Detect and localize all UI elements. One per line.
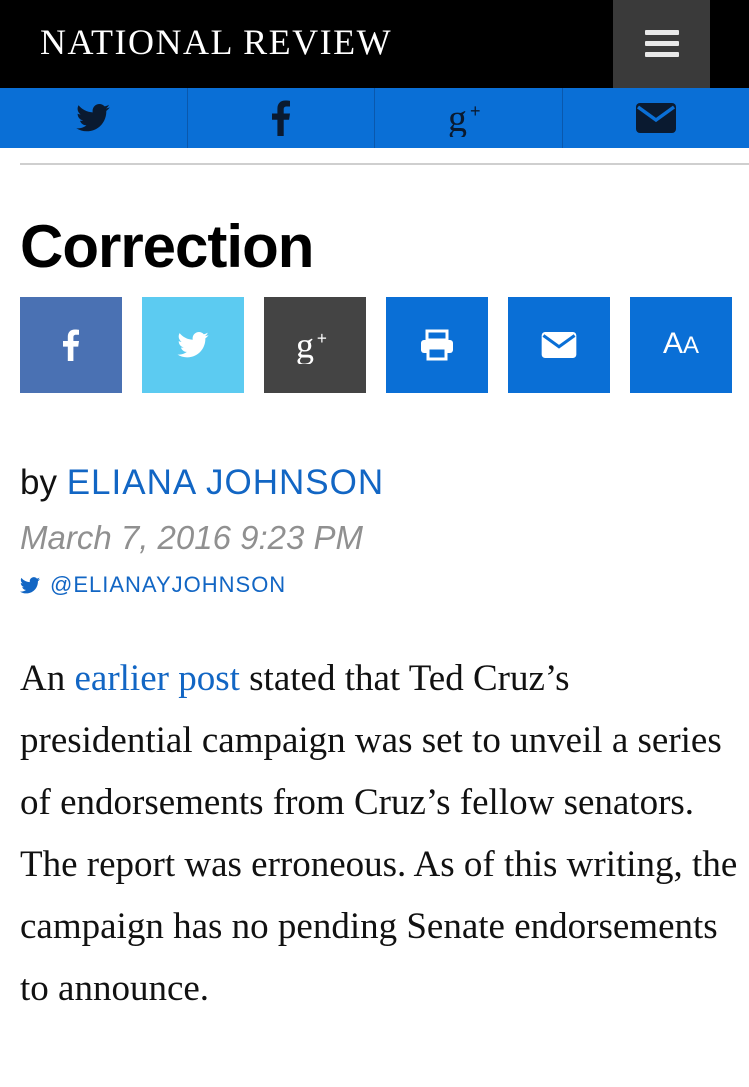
google-plus-icon: g + xyxy=(448,99,481,137)
twitter-icon xyxy=(177,332,209,358)
byline: by ELIANA JOHNSON xyxy=(20,458,384,508)
svg-text:+: + xyxy=(470,101,481,121)
text-size-button[interactable]: AA xyxy=(630,297,732,393)
twitter-share-button[interactable] xyxy=(142,297,244,393)
divider xyxy=(20,163,749,165)
envelope-icon xyxy=(635,103,676,133)
site-header: NATIONAL REVIEW xyxy=(0,0,749,88)
print-button[interactable] xyxy=(386,297,488,393)
site-logo[interactable]: NATIONAL REVIEW xyxy=(40,20,392,64)
facebook-icon xyxy=(63,329,79,361)
twitter-icon xyxy=(20,576,40,593)
print-icon xyxy=(421,329,453,361)
facebook-share-button[interactable] xyxy=(20,297,122,393)
article-title: Correction xyxy=(20,213,314,280)
email-button[interactable] xyxy=(508,297,610,393)
author-twitter-link[interactable]: @ELIANAYJOHNSON xyxy=(20,570,286,600)
earlier-post-link[interactable]: earlier post xyxy=(74,658,239,699)
envelope-icon xyxy=(541,332,577,358)
hamburger-menu-icon-bar xyxy=(645,52,679,57)
share-twitter-button[interactable] xyxy=(0,88,188,148)
svg-text:g: g xyxy=(296,326,314,364)
facebook-icon xyxy=(271,100,290,136)
body-text: stated that Ted Cruz’s presidential camp… xyxy=(20,658,738,1009)
share-facebook-button[interactable] xyxy=(188,88,375,148)
share-email-button[interactable] xyxy=(563,88,749,148)
share-google-plus-button[interactable]: g + xyxy=(375,88,563,148)
byline-prefix: by xyxy=(20,463,57,502)
text-size-icon: AA xyxy=(662,327,700,360)
twitter-handle: @ELIANAYJOHNSON xyxy=(50,572,287,597)
hamburger-menu-icon xyxy=(645,30,679,35)
menu-button[interactable] xyxy=(613,0,710,88)
share-bar: g + xyxy=(0,88,749,148)
publish-date: March 7, 2016 9:23 PM xyxy=(20,519,364,556)
svg-text:+: + xyxy=(317,328,327,348)
google-plus-share-button[interactable]: g + xyxy=(264,297,366,393)
google-plus-icon: g + xyxy=(296,326,327,364)
article-actions: g + AA xyxy=(20,297,732,393)
author-link[interactable]: ELIANA JOHNSON xyxy=(67,463,384,502)
article-body: An earlier post stated that Ted Cruz’s p… xyxy=(20,648,740,1020)
twitter-icon xyxy=(76,104,111,132)
body-prefix: An xyxy=(20,658,66,699)
svg-text:g: g xyxy=(448,99,467,137)
hamburger-menu-icon-bar xyxy=(645,41,679,46)
